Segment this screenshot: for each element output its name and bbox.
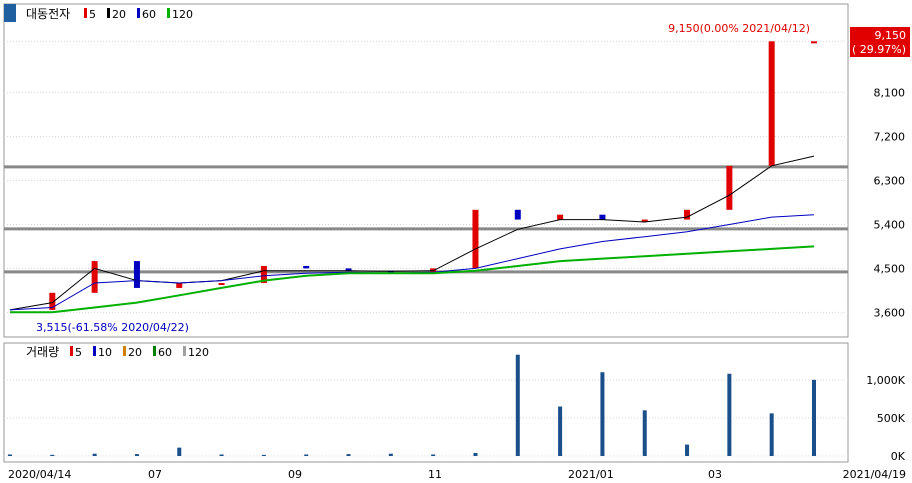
legend-swatch xyxy=(93,346,96,356)
legend-swatch xyxy=(137,8,140,18)
price-title: 대동전자 xyxy=(26,7,70,21)
max-price-annotation: 9,150(0.00% 2021/04/12) xyxy=(668,22,810,35)
volume-bar xyxy=(473,452,478,456)
candle xyxy=(176,283,183,288)
legend-label: 5 xyxy=(75,346,82,359)
legend-swatch xyxy=(70,346,73,356)
volume-bar xyxy=(219,454,224,456)
candle xyxy=(218,283,225,286)
volume-tick-label: 500K xyxy=(877,412,906,425)
x-tick-label: 2021/04/19 xyxy=(843,468,906,481)
x-tick-label: 03 xyxy=(708,468,722,481)
min-price-annotation: 3,515(-61.58% 2020/04/22) xyxy=(36,321,189,334)
legend-swatch xyxy=(84,8,87,18)
volume-bar xyxy=(304,454,309,456)
legend-label: 5 xyxy=(89,8,96,21)
price-tick-label: 6,300 xyxy=(874,175,906,188)
volume-bar xyxy=(431,454,436,456)
volume-bar xyxy=(346,454,351,456)
volume-bar xyxy=(727,373,732,456)
price-tick-label: 8,100 xyxy=(874,87,906,100)
x-tick-label: 2020/04/14 xyxy=(8,468,71,481)
volume-bar xyxy=(92,453,97,456)
price-panel-icon xyxy=(4,4,16,22)
candle xyxy=(91,261,98,293)
volume-bar xyxy=(515,354,520,456)
legend-label: 120 xyxy=(188,346,209,359)
current-change: ( 29.97%) xyxy=(852,43,906,56)
candle xyxy=(557,214,564,220)
price-tick-label: 3,600 xyxy=(874,306,906,319)
volume-bar xyxy=(261,454,266,456)
volume-bar xyxy=(685,444,690,456)
legend-label: 20 xyxy=(112,8,126,21)
price-panel xyxy=(3,3,849,338)
x-tick-label: 09 xyxy=(288,468,302,481)
legend-label: 60 xyxy=(158,346,172,359)
volume-bar xyxy=(388,453,393,456)
legend-label: 20 xyxy=(128,346,142,359)
x-tick-label: 07 xyxy=(148,468,162,481)
candle xyxy=(472,209,479,269)
x-tick-label: 11 xyxy=(428,468,442,481)
legend-label: 120 xyxy=(172,8,193,21)
volume-bar xyxy=(8,454,12,456)
volume-tick-label: 0K xyxy=(891,450,906,463)
candle xyxy=(768,41,775,166)
x-tick-label: 2021/01 xyxy=(568,468,614,481)
price-tick-label: 5,400 xyxy=(874,218,906,231)
legend-swatch xyxy=(183,346,186,356)
candle xyxy=(684,209,691,220)
current-price: 9,150 xyxy=(875,29,907,42)
candle xyxy=(811,41,817,44)
legend-label: 10 xyxy=(98,346,112,359)
candle xyxy=(133,261,140,288)
candle xyxy=(726,165,733,210)
volume-bar xyxy=(177,447,182,456)
volume-tick-label: 1,000K xyxy=(866,374,905,387)
candle xyxy=(514,209,521,220)
volume-bar xyxy=(134,454,139,456)
volume-bar xyxy=(642,410,647,456)
volume-bar xyxy=(50,454,55,456)
volume-title: 거래량 xyxy=(26,345,59,359)
volume-bar xyxy=(812,379,816,456)
price-tick-label: 4,500 xyxy=(874,262,906,275)
volume-bar xyxy=(558,406,563,456)
stock-chart: 8,100 7,200 6,300 5,400 4,500 3,600 대동전자 5 20 60 1… xyxy=(3,3,910,481)
volume-bar xyxy=(600,372,605,456)
legend-swatch xyxy=(167,8,170,18)
legend-swatch xyxy=(153,346,156,356)
volume-panel xyxy=(3,342,849,463)
candle xyxy=(599,214,606,220)
volume-bar xyxy=(769,413,774,456)
price-tick-label: 7,200 xyxy=(874,131,906,144)
candle xyxy=(303,265,310,269)
legend-swatch xyxy=(107,8,110,18)
legend-label: 60 xyxy=(142,8,156,21)
legend-swatch xyxy=(123,346,126,356)
